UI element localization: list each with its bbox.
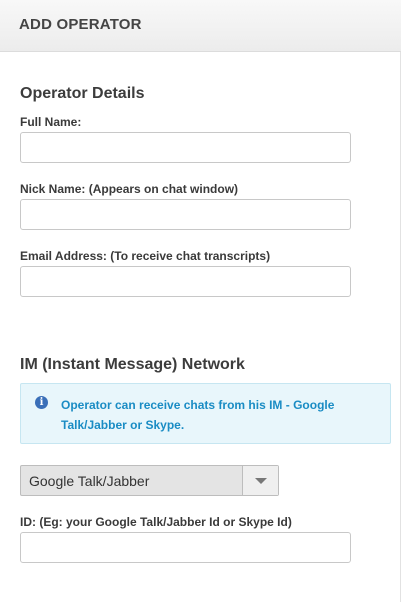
im-id-label: ID: (Eg: your Google Talk/Jabber Id or S… [20, 515, 292, 529]
info-icon: i [35, 396, 48, 409]
email-address-label: Email Address: (To receive chat transcri… [20, 249, 271, 263]
nick-name-label: Nick Name: (Appears on chat window) [20, 182, 239, 196]
operator-details-heading: Operator Details [20, 85, 145, 102]
page-title: ADD OPERATOR [19, 16, 142, 33]
panel-header: ADD OPERATOR [0, 0, 401, 52]
full-name-input[interactable] [20, 132, 351, 163]
add-operator-panel: ADD OPERATOR Operator Details Full Name:… [0, 0, 401, 602]
im-info-box: i Operator can receive chats from his IM… [20, 383, 391, 444]
select-dropdown-button[interactable] [242, 466, 278, 495]
im-id-input[interactable] [20, 532, 351, 563]
chevron-down-icon [255, 478, 267, 484]
im-network-heading: IM (Instant Message) Network [20, 356, 245, 373]
full-name-label: Full Name: [20, 115, 82, 129]
nick-name-input[interactable] [20, 199, 351, 230]
im-network-selected-value: Google Talk/Jabber [29, 473, 150, 489]
im-network-select[interactable]: Google Talk/Jabber [20, 465, 279, 496]
email-address-input[interactable] [20, 266, 351, 297]
im-info-text: Operator can receive chats from his IM -… [61, 398, 335, 432]
